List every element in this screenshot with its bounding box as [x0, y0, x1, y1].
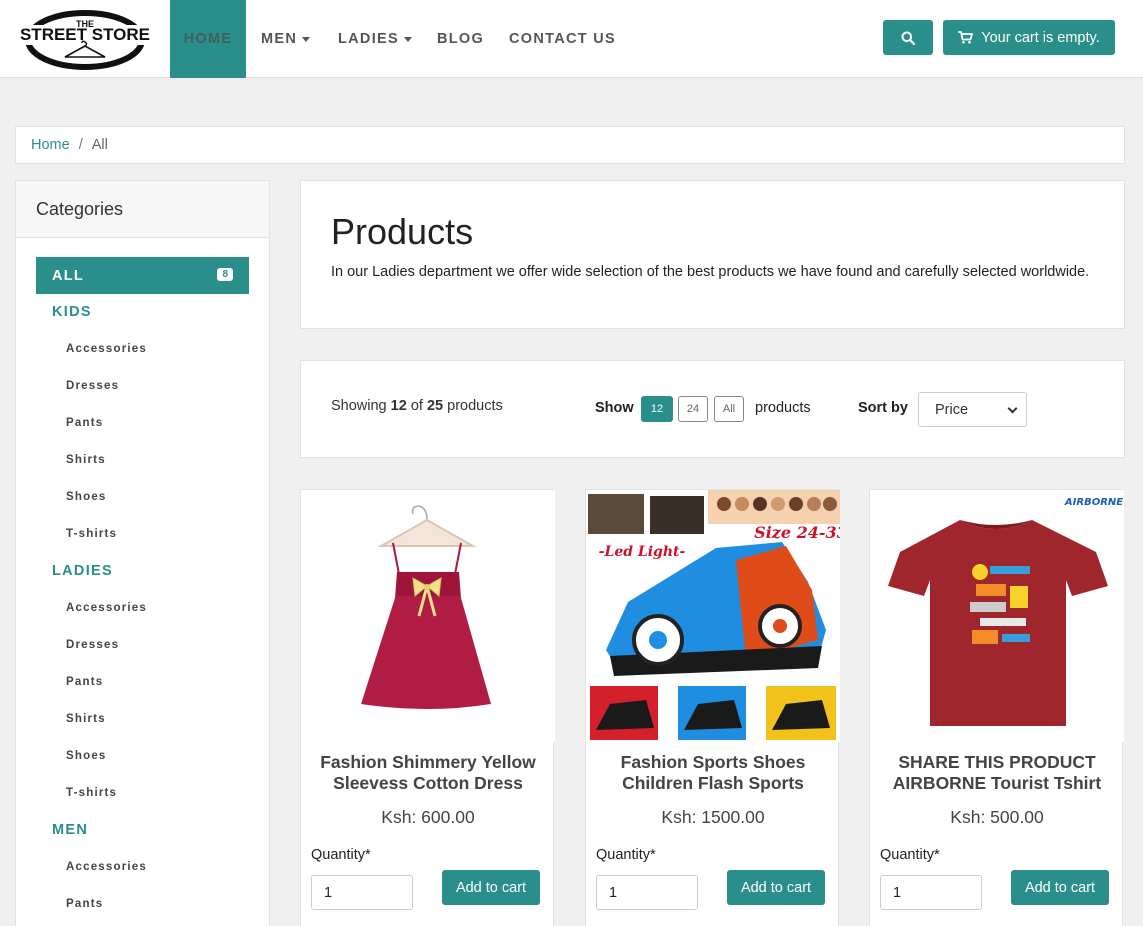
tshirt-image: AIRBORNE	[870, 490, 1124, 742]
nav-ladies-label: LADIES	[338, 31, 399, 47]
breadcrumb-separator: /	[78, 137, 83, 153]
nav-home[interactable]: HOME	[170, 0, 246, 78]
search-icon	[901, 31, 915, 45]
category-kids-shoes[interactable]: Shoes	[66, 491, 107, 503]
product-price: Ksh: 1500.00	[661, 807, 765, 827]
category-ladies-tshirts[interactable]: T-shirts	[66, 787, 117, 799]
category-kids-shirts[interactable]: Shirts	[66, 454, 106, 466]
breadcrumb-current: All	[91, 137, 108, 153]
led-light-text: -Led Light-	[599, 544, 686, 560]
add-to-cart-button[interactable]: Add to cart	[727, 870, 825, 905]
caret-down-icon	[403, 36, 412, 42]
categories-heading: Categories	[16, 181, 269, 238]
showing-total: 25	[426, 398, 444, 414]
quantity-input[interactable]: 1	[596, 875, 698, 910]
products-intro-panel: Products In our Ladies department we off…	[300, 180, 1125, 329]
quantity-input[interactable]: 1	[880, 875, 982, 910]
category-all[interactable]: ALL 8	[36, 257, 249, 294]
add-to-cart-button[interactable]: Add to cart	[442, 870, 540, 905]
nav-contact[interactable]: CONTACT US	[509, 0, 616, 78]
product-card: Size 24-33 -Led Light- Fashion Sports Sh…	[585, 489, 840, 926]
size-range-text: Size 24-33	[754, 523, 840, 542]
store-logo[interactable]: THE STREET STORE	[13, 8, 157, 70]
product-image-tshirt[interactable]: AIRBORNE	[870, 490, 1124, 742]
shoes-image: Size 24-33 -Led Light-	[586, 490, 840, 742]
category-ladies-dresses[interactable]: Dresses	[66, 639, 119, 651]
nav-men[interactable]: MEN	[261, 0, 311, 78]
cart-icon	[958, 31, 974, 44]
chevron-down-icon	[1007, 403, 1018, 414]
product-price: Ksh: 600.00	[381, 807, 475, 827]
product-name[interactable]: Fashion Shimmery Yellow Sleevess Cotton …	[309, 752, 547, 794]
category-count-badge: 8	[217, 268, 233, 281]
category-men[interactable]: MEN	[52, 822, 88, 838]
category-men-pants[interactable]: Pants	[66, 898, 103, 910]
dress-image	[301, 490, 555, 742]
breadcrumb-home-link[interactable]: Home	[31, 137, 70, 153]
search-button[interactable]	[883, 20, 933, 55]
category-ladies-pants[interactable]: Pants	[66, 676, 103, 688]
page-description: In our Ladies department we offer wide s…	[331, 264, 1090, 280]
airborne-brand-text: AIRBORNE	[1064, 497, 1123, 508]
category-kids-accessories[interactable]: Accessories	[66, 343, 147, 355]
quantity-label: Quantity*	[880, 847, 940, 863]
caret-down-icon	[302, 36, 311, 42]
show-label: Show	[595, 400, 634, 416]
categories-heading-text: Categories	[36, 198, 124, 219]
nav-ladies[interactable]: LADIES	[338, 0, 412, 78]
products-toolbar: Showing 12 of 25 products Show 12 24 All…	[300, 360, 1125, 458]
page-size-all-button[interactable]: All	[714, 396, 744, 422]
product-card: Fashion Shimmery Yellow Sleevess Cotton …	[300, 489, 555, 926]
nav-blog[interactable]: BLOG	[437, 0, 484, 78]
nav-men-label: MEN	[261, 31, 298, 47]
product-image-shoes[interactable]: Size 24-33 -Led Light-	[586, 490, 840, 742]
categories-sidebar: Categories ALL 8 KIDS Accessories Dresse…	[15, 180, 270, 926]
page-title: Products	[331, 211, 474, 252]
sort-label: Sort by	[858, 400, 908, 416]
category-men-accessories[interactable]: Accessories	[66, 861, 147, 873]
product-name[interactable]: SHARE THIS PRODUCT AIRBORNE Tourist Tshi…	[878, 752, 1116, 794]
add-to-cart-button[interactable]: Add to cart	[1011, 870, 1109, 905]
svg-text:STREET STORE: STREET STORE	[20, 25, 150, 44]
showing-suffix: products	[447, 398, 503, 414]
sort-select-value: Price	[935, 401, 969, 418]
nav-home-label: HOME	[183, 31, 233, 47]
category-ladies-shirts[interactable]: Shirts	[66, 713, 106, 725]
nav-blog-label: BLOG	[437, 31, 485, 47]
product-price: Ksh: 500.00	[950, 807, 1044, 827]
category-kids[interactable]: KIDS	[52, 304, 92, 320]
navbar: THE STREET STORE HOME MEN LADIES BLOG CO…	[0, 0, 1143, 78]
showing-prefix: Showing	[331, 398, 387, 414]
breadcrumb: Home / All	[15, 126, 1125, 164]
showing-count: 12	[390, 398, 407, 414]
category-ladies[interactable]: LADIES	[52, 563, 113, 579]
product-image-dress[interactable]	[301, 490, 555, 742]
category-ladies-shoes[interactable]: Shoes	[66, 750, 107, 762]
cart-label: Your cart is empty.	[981, 29, 1100, 46]
cart-button[interactable]: Your cart is empty.	[943, 20, 1115, 55]
quantity-label: Quantity*	[596, 847, 656, 863]
category-kids-dresses[interactable]: Dresses	[66, 380, 119, 392]
nav-contact-label: CONTACT US	[509, 31, 616, 47]
products-word: products	[755, 400, 811, 416]
quantity-input[interactable]: 1	[311, 875, 413, 910]
category-kids-tshirts[interactable]: T-shirts	[66, 528, 117, 540]
sort-select[interactable]: Price	[918, 392, 1027, 427]
page-size-24-button[interactable]: 24	[678, 396, 708, 422]
category-all-label: ALL	[52, 267, 85, 284]
product-card: AIRBORNE SHARE THIS PRODUCT AIRBORNE Tou…	[869, 489, 1124, 926]
product-name[interactable]: Fashion Sports Shoes Children Flash Spor…	[594, 752, 832, 794]
category-kids-pants[interactable]: Pants	[66, 417, 103, 429]
showing-summary: Showing 12 of 25 products	[331, 398, 503, 414]
page-size-12-button[interactable]: 12	[641, 396, 673, 422]
showing-of: of	[410, 398, 423, 414]
category-ladies-accessories[interactable]: Accessories	[66, 602, 147, 614]
quantity-label: Quantity*	[311, 847, 371, 863]
